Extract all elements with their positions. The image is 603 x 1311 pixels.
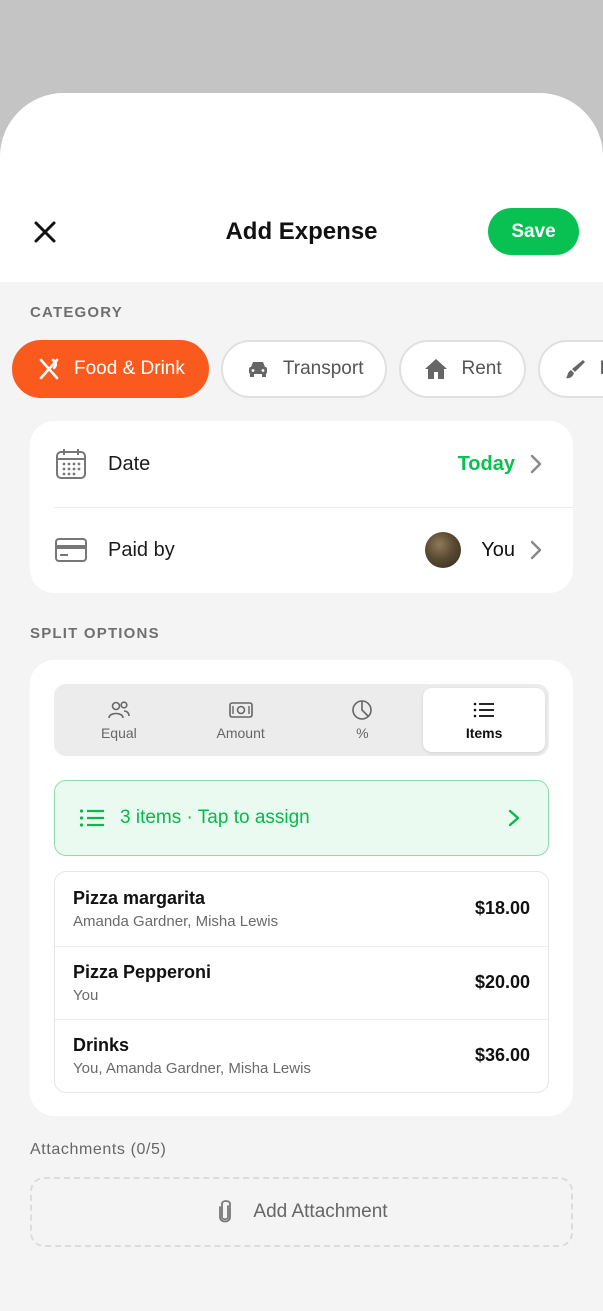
item-name: Drinks (73, 1035, 130, 1055)
tab-amount[interactable]: Amount (180, 688, 302, 752)
split-mode-tabs: Equal Amount % Items (54, 684, 549, 756)
calendar-icon (54, 447, 88, 481)
tab-label: Equal (100, 725, 137, 741)
list-icon (472, 699, 496, 721)
add-attachment-button[interactable]: Add Attachment (30, 1177, 573, 1247)
paperclip-icon (215, 1199, 235, 1225)
add-attachment-label: Add Attachment (253, 1201, 388, 1222)
chevron-right-icon (530, 540, 542, 560)
item-assignees: You (73, 987, 99, 1004)
credit-card-icon (54, 533, 88, 567)
category-chip-label: Food & Drink (74, 358, 185, 379)
category-chip-list: Food & Drink Transport Rent (12, 340, 603, 398)
category-section-label: CATEGORY (30, 304, 123, 321)
fork-knife-icon (36, 356, 62, 382)
people-icon (107, 699, 131, 721)
assign-items-banner[interactable]: 3 items · Tap to assign (54, 780, 549, 856)
date-label: Date (108, 452, 151, 475)
date-value: Today (457, 452, 515, 475)
category-chip-label: Ho (600, 358, 603, 380)
paid-by-label: Paid by (108, 538, 175, 561)
banknote-icon (228, 699, 253, 721)
paid-by-value: You (481, 538, 515, 561)
date-row[interactable]: Date Today (30, 421, 573, 507)
category-chip-rent[interactable]: Rent (399, 340, 526, 398)
category-chip-transport[interactable]: Transport (220, 340, 388, 398)
list-item[interactable]: Pizza Pepperoni You $20.00 (55, 946, 548, 1020)
details-card: Date Today Paid by You (30, 421, 573, 593)
item-assignees: Amanda Gardner, Misha Lewis (73, 913, 279, 930)
tab-items[interactable]: Items (423, 688, 545, 752)
paid-by-row[interactable]: Paid by You (30, 507, 573, 593)
item-price: $18.00 (474, 898, 530, 918)
avatar (425, 532, 461, 568)
split-section-label: SPLIT OPTIONS (30, 625, 160, 642)
tab-percent[interactable]: % (302, 688, 424, 752)
house-icon (423, 356, 449, 382)
category-chip-home[interactable]: Ho (537, 340, 603, 398)
tab-label: % (356, 725, 369, 741)
header: Add Expense Save (0, 93, 603, 282)
item-name: Pizza Pepperoni (73, 962, 212, 982)
item-name: Pizza margarita (73, 888, 206, 908)
save-button[interactable]: Save (488, 208, 579, 255)
category-chip-label: Rent (461, 358, 502, 379)
chevron-right-icon (508, 809, 520, 827)
category-chip-label: Transport (282, 358, 364, 379)
chevron-right-icon (530, 454, 542, 474)
tab-label: Amount (216, 725, 265, 741)
item-assignees: You, Amanda Gardner, Misha Lewis (73, 1060, 311, 1077)
brush-icon (562, 356, 588, 382)
pie-chart-icon (350, 699, 374, 721)
attachments-label: Attachments (0/5) (30, 1141, 167, 1158)
bottom-sheet: Add Expense Save CATEGORY Food & Drink T… (0, 93, 603, 1311)
list-item[interactable]: Drinks You, Amanda Gardner, Misha Lewis … (55, 1019, 548, 1093)
list-item[interactable]: Pizza margarita Amanda Gardner, Misha Le… (55, 872, 548, 946)
tab-label: Items (465, 725, 503, 741)
list-icon (79, 807, 105, 829)
car-icon (245, 356, 271, 382)
category-chip-food-drink[interactable]: Food & Drink (12, 340, 209, 398)
split-card: Equal Amount % Items 3 items · Tap to as… (30, 660, 573, 1116)
item-price: $20.00 (474, 972, 530, 992)
items-list: Pizza margarita Amanda Gardner, Misha Le… (54, 871, 549, 1093)
item-price: $36.00 (474, 1045, 530, 1065)
assign-items-text: 3 items · Tap to assign (120, 807, 310, 828)
tab-equal[interactable]: Equal (58, 688, 180, 752)
